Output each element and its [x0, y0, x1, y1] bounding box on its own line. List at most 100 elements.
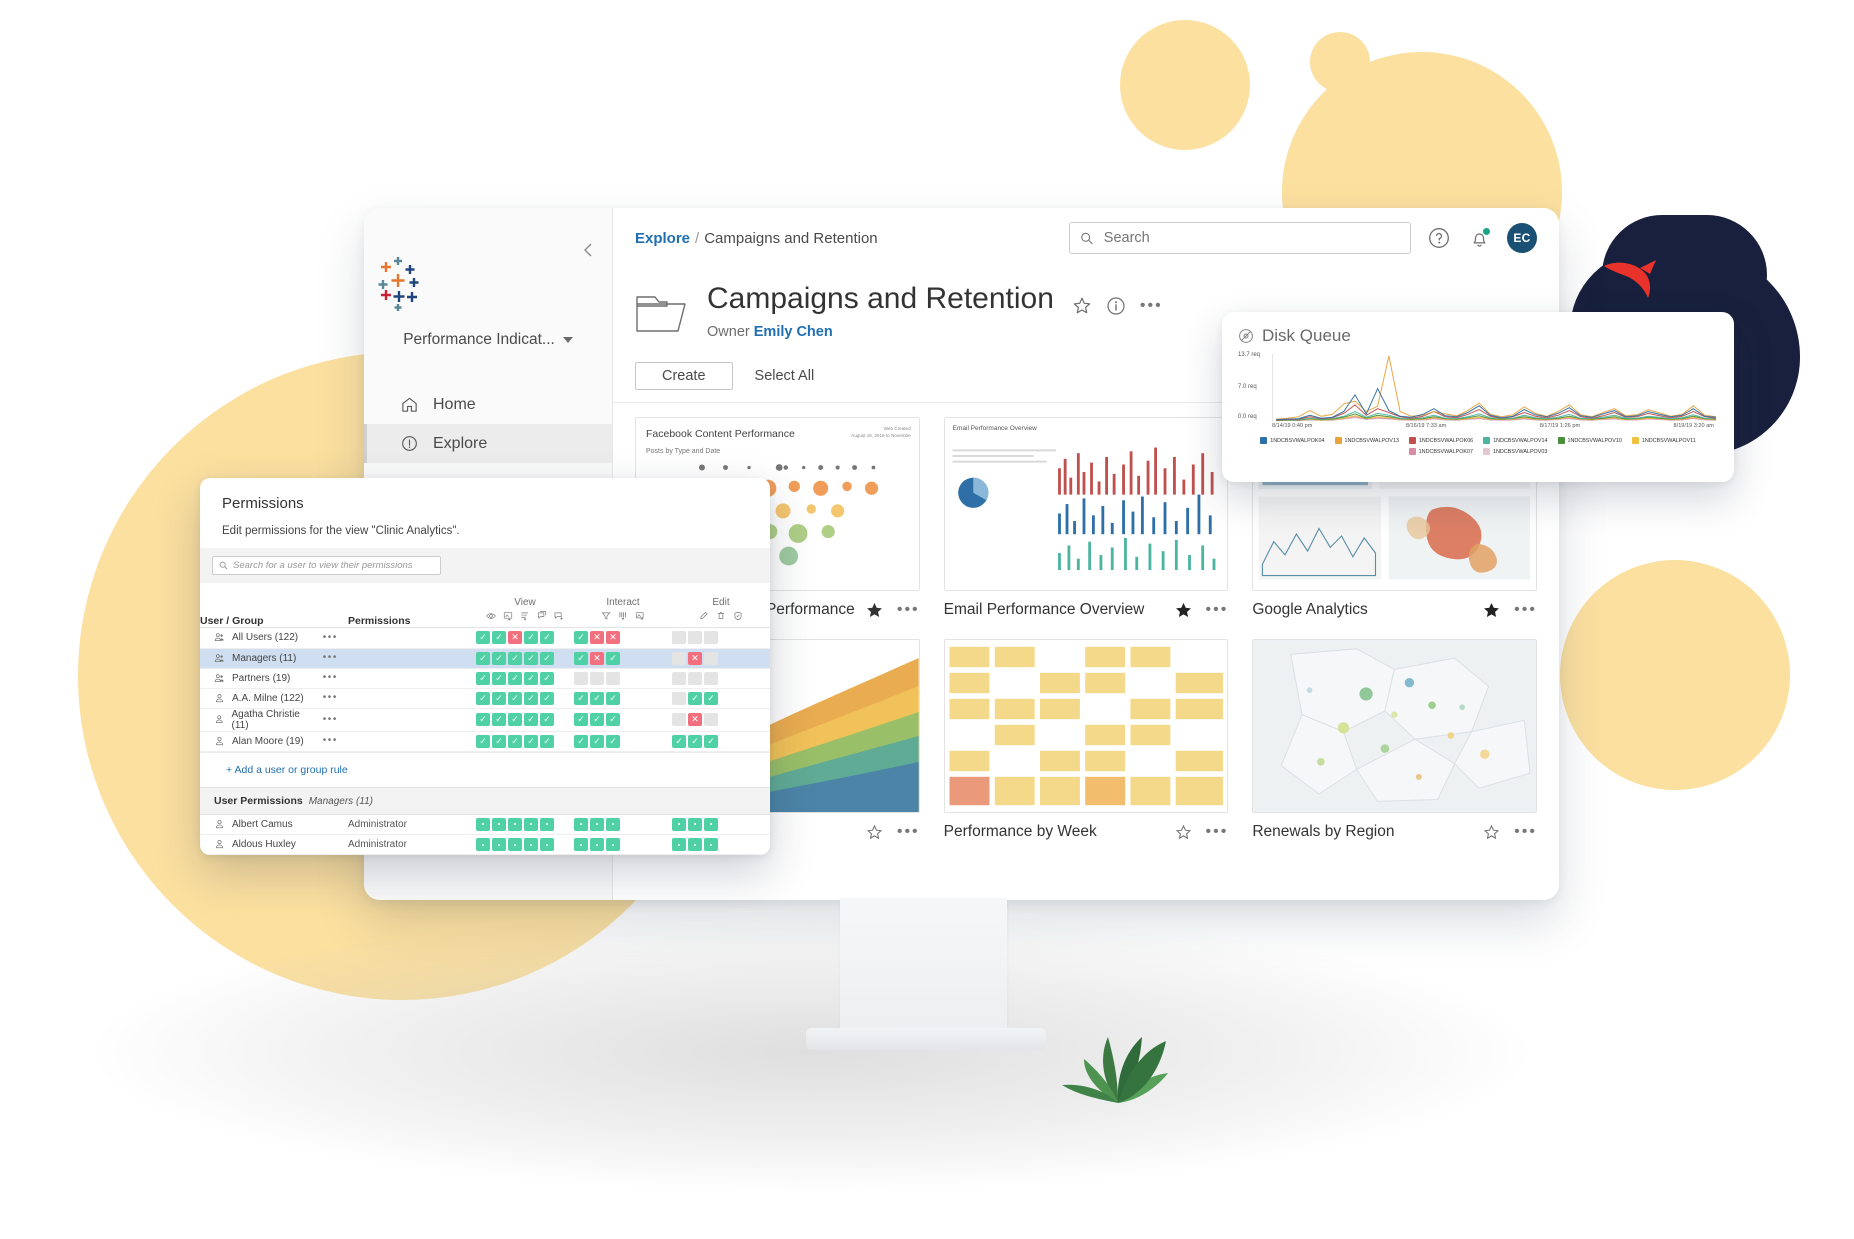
- comment-add-icon[interactable]: [554, 611, 564, 621]
- permission-cell[interactable]: [540, 817, 554, 831]
- row-more-icon[interactable]: •••: [323, 736, 338, 746]
- permission-cell[interactable]: [704, 651, 718, 665]
- search-box[interactable]: [1069, 222, 1411, 254]
- add-user-or-group-rule-button[interactable]: + Add a user or group rule: [200, 751, 770, 787]
- favorite-star-icon[interactable]: [866, 824, 883, 841]
- permission-cell[interactable]: [476, 817, 490, 831]
- permission-cell[interactable]: ✕: [590, 651, 604, 665]
- table-row[interactable]: All Users (122) ••• ✓ ✓ ✕ ✓ ✓ ✓ ✕ ✕: [200, 628, 770, 648]
- list-add-icon[interactable]: [520, 611, 530, 621]
- permission-cell[interactable]: [590, 817, 604, 831]
- card-more-icon[interactable]: •••: [897, 602, 920, 618]
- permission-cell[interactable]: [574, 671, 588, 685]
- table-row[interactable]: Managers (11) ••• ✓ ✓ ✓ ✓ ✓ ✓ ✕ ✓ ✕: [200, 648, 770, 668]
- permission-cell[interactable]: [508, 838, 522, 851]
- permission-cell[interactable]: ✓: [540, 671, 554, 685]
- permission-cell[interactable]: ✓: [540, 651, 554, 665]
- pencil-icon[interactable]: [699, 611, 709, 621]
- permission-cell[interactable]: ✓: [574, 651, 588, 665]
- permission-cell[interactable]: [672, 838, 686, 851]
- legend-item[interactable]: 1NDCBSVWALPOV03: [1483, 448, 1547, 455]
- permission-cell[interactable]: [704, 631, 718, 645]
- shield-check-icon[interactable]: [733, 611, 743, 621]
- legend-item[interactable]: 1NDCBSVWALPOV13: [1334, 437, 1399, 444]
- dashboard-card[interactable]: Performance by Week •••: [943, 639, 1229, 841]
- permission-cell[interactable]: ✓: [524, 734, 538, 748]
- permission-cell[interactable]: [688, 631, 702, 645]
- permission-cell[interactable]: [704, 817, 718, 831]
- permission-cell[interactable]: [492, 838, 506, 851]
- permission-cell[interactable]: ✓: [524, 651, 538, 665]
- permission-cell[interactable]: ✓: [704, 691, 718, 705]
- permission-cell[interactable]: ✕: [508, 631, 522, 645]
- permission-cell[interactable]: ✓: [606, 651, 620, 665]
- permission-cell[interactable]: [672, 651, 686, 665]
- permission-cell[interactable]: [492, 817, 506, 831]
- owner-name[interactable]: Emily Chen: [754, 324, 833, 340]
- permission-cell[interactable]: ✓: [476, 671, 490, 685]
- favorite-star-icon[interactable]: [1175, 824, 1192, 841]
- card-thumbnail[interactable]: [943, 639, 1229, 813]
- permission-cell[interactable]: ✕: [606, 631, 620, 645]
- permission-cell[interactable]: ✓: [476, 631, 490, 645]
- permission-cell[interactable]: ✓: [590, 734, 604, 748]
- card-thumbnail[interactable]: Renewal Rank: [1252, 639, 1537, 813]
- permission-cell[interactable]: ✓: [508, 713, 522, 726]
- permission-cell[interactable]: ✓: [492, 691, 506, 705]
- permission-cell[interactable]: ✓: [606, 713, 620, 726]
- sidebar-item-explore[interactable]: Explore: [364, 424, 612, 463]
- card-more-icon[interactable]: •••: [1206, 824, 1229, 840]
- permission-cell[interactable]: ✓: [540, 734, 554, 748]
- permission-cell[interactable]: [590, 838, 604, 851]
- permission-cell[interactable]: [672, 713, 686, 726]
- permission-cell[interactable]: [574, 817, 588, 831]
- permission-cell[interactable]: ✓: [574, 713, 588, 726]
- permission-cell[interactable]: ✓: [590, 691, 604, 705]
- table-row[interactable]: Aldous Huxley Administrator: [200, 835, 770, 855]
- table-row[interactable]: Partners (19) ••• ✓ ✓ ✓ ✓ ✓: [200, 668, 770, 688]
- permission-cell[interactable]: ✓: [492, 734, 506, 748]
- permission-cell[interactable]: ✓: [672, 734, 686, 748]
- sidebar-item-home[interactable]: Home: [364, 385, 612, 424]
- permission-cell[interactable]: ✓: [688, 734, 702, 748]
- permission-cell[interactable]: [672, 631, 686, 645]
- favorite-star-icon[interactable]: [866, 602, 883, 619]
- permission-cell[interactable]: ✓: [704, 734, 718, 748]
- permission-cell[interactable]: [476, 838, 490, 851]
- permission-cell[interactable]: [704, 713, 718, 726]
- help-button[interactable]: [1425, 225, 1452, 252]
- legend-item[interactable]: 1NDCBSVWALPOV14: [1483, 437, 1548, 444]
- permissions-search-input[interactable]: Search for a user to view their permissi…: [212, 556, 441, 575]
- permission-cell[interactable]: ✓: [574, 631, 588, 645]
- favorite-star-icon[interactable]: [1175, 602, 1192, 619]
- permission-cell[interactable]: ✓: [574, 691, 588, 705]
- permission-cell[interactable]: ✓: [508, 734, 522, 748]
- comment-icon[interactable]: [537, 611, 547, 621]
- permission-cell[interactable]: ✓: [476, 691, 490, 705]
- permission-cell[interactable]: ✓: [540, 691, 554, 705]
- permission-cell[interactable]: ✓: [508, 691, 522, 705]
- permission-cell[interactable]: [688, 671, 702, 685]
- permission-cell[interactable]: ✓: [476, 651, 490, 665]
- permission-cell[interactable]: ✕: [688, 651, 702, 665]
- permission-cell[interactable]: ✓: [688, 691, 702, 705]
- row-more-icon[interactable]: •••: [323, 714, 338, 724]
- permission-cell[interactable]: ✓: [524, 691, 538, 705]
- table-row[interactable]: Alan Moore (19) ••• ✓ ✓ ✓ ✓ ✓ ✓ ✓ ✓ ✓ ✓ ✓: [200, 731, 770, 751]
- permission-cell[interactable]: [574, 838, 588, 851]
- permission-cell[interactable]: [606, 838, 620, 851]
- site-selector[interactable]: Performance Indicat...: [364, 331, 612, 349]
- permission-cell[interactable]: [688, 817, 702, 831]
- permission-cell[interactable]: ✓: [574, 734, 588, 748]
- table-row[interactable]: Agatha Christie (11) ••• ✓ ✓ ✓ ✓ ✓ ✓ ✓ ✓ ✕: [200, 708, 770, 731]
- collapse-sidebar-icon[interactable]: [578, 240, 598, 260]
- favorite-star-icon[interactable]: [1483, 602, 1500, 619]
- legend-item[interactable]: 1NDCBSVWALPOK04: [1260, 437, 1325, 444]
- row-more-icon[interactable]: •••: [323, 673, 338, 683]
- image-add-icon[interactable]: [503, 611, 513, 621]
- page-more-actions-icon[interactable]: •••: [1140, 298, 1163, 314]
- permission-cell[interactable]: ✓: [540, 631, 554, 645]
- permission-cell[interactable]: ✓: [590, 713, 604, 726]
- permission-cell[interactable]: [672, 671, 686, 685]
- row-more-icon[interactable]: •••: [323, 653, 338, 663]
